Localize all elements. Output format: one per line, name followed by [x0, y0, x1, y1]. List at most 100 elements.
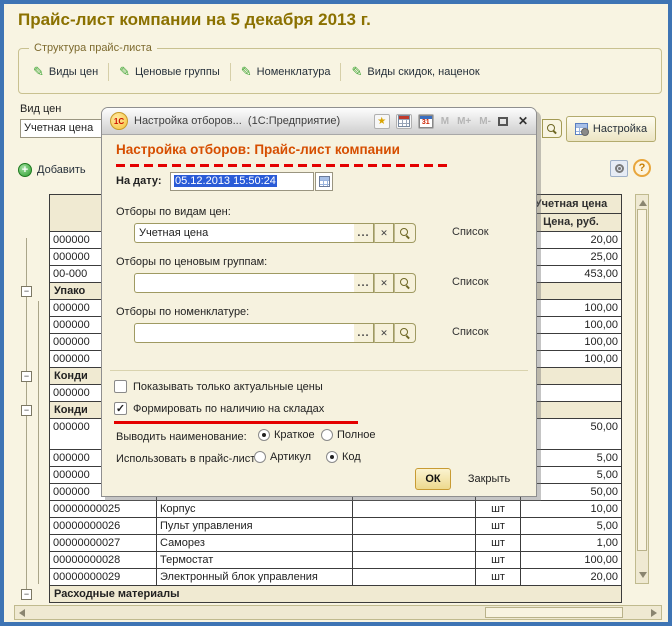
table-cell: Электронный блок управления	[157, 569, 353, 585]
dialog-title: Настройка отборов... (1С:Предприятие)	[134, 115, 341, 127]
table-cell	[353, 535, 476, 551]
table-cell: 00000000025	[50, 501, 157, 517]
nomenclature-button[interactable]: ✎ Номенклатура	[233, 63, 339, 81]
memory-button[interactable]: M	[440, 116, 450, 127]
filter3-input[interactable]	[134, 323, 354, 343]
filter2-field	[134, 273, 416, 293]
filter1-label: Отборы по видам цен:	[116, 206, 231, 218]
search-icon	[400, 228, 410, 238]
scroll-up-icon[interactable]	[639, 200, 647, 206]
table-row[interactable]: 00000000027 Саморез шт 1,00	[50, 535, 621, 552]
filter1-input[interactable]: Учетная цена	[134, 223, 354, 243]
close-icon[interactable]: ✕	[514, 114, 528, 128]
filter1-choose-button[interactable]	[354, 223, 374, 243]
table-cell	[353, 518, 476, 534]
search-icon	[400, 328, 410, 338]
calculator-button[interactable]	[395, 113, 412, 129]
table-group-row[interactable]: Расходные материалы	[50, 586, 621, 603]
help-button[interactable]: ?	[633, 159, 651, 177]
vertical-scrollbar[interactable]	[635, 194, 649, 584]
filter1-search-button[interactable]	[394, 223, 416, 243]
filter1-clear-button[interactable]	[374, 223, 394, 243]
table-cell: шт	[476, 518, 521, 534]
filter2-label: Отборы по ценовым группам:	[116, 256, 268, 268]
tree-expand-box[interactable]: −	[21, 371, 32, 382]
tree-expand-box[interactable]: −	[21, 286, 32, 297]
filter3-clear-button[interactable]	[374, 323, 394, 343]
radio-article[interactable]: Артикул	[254, 451, 311, 463]
filter2-input[interactable]	[134, 273, 354, 293]
filter3-search-button[interactable]	[394, 323, 416, 343]
radio-label: Краткое	[274, 429, 315, 441]
discount-kinds-button[interactable]: ✎ Виды скидок, наценок	[343, 63, 487, 81]
radio-icon	[326, 451, 338, 463]
radio-short[interactable]: Краткое	[258, 429, 315, 441]
table-cell: Термостат	[157, 552, 353, 568]
search-icon	[547, 123, 557, 134]
pencil-icon: ✎	[351, 64, 363, 79]
table-cell: Пульт управления	[157, 518, 353, 534]
scroll-left-icon[interactable]	[19, 609, 25, 617]
dialog-titlebar[interactable]: 1С Настройка отборов... (1С:Предприятие)…	[102, 108, 536, 135]
checkbox-label: Показывать только актуальные цены	[133, 380, 323, 393]
price-type-search-button[interactable]	[542, 119, 562, 138]
memory-plus-button[interactable]: M+	[456, 116, 472, 127]
memory-minus-button[interactable]: M-	[478, 116, 492, 127]
horizontal-scrollbar[interactable]	[14, 605, 662, 620]
group-label: Расходные материалы	[54, 588, 180, 600]
filter2-choose-button[interactable]	[354, 273, 374, 293]
filter2-clear-button[interactable]	[374, 273, 394, 293]
filter1-field: Учетная цена	[134, 223, 416, 243]
discount-kinds-label: Виды скидок, наценок	[367, 66, 480, 78]
table-cell: 100,00	[584, 554, 618, 566]
date-label: На дату:	[116, 175, 162, 187]
table-cell: 00000000027	[50, 535, 157, 551]
ok-button[interactable]: ОК	[415, 468, 451, 490]
dialog-checkbox-0[interactable]: Показывать только актуальные цены	[114, 380, 323, 393]
table-row[interactable]: 00000000029 Электронный блок управления шт…	[50, 569, 621, 586]
table-cell: шт	[476, 569, 521, 585]
table-cell: 5,00	[596, 520, 618, 532]
table-row[interactable]: 00000000025 Корпус шт 10,00	[50, 501, 621, 518]
close-button[interactable]: Закрыть	[457, 468, 521, 490]
table-row[interactable]: 00000000028 Термостат шт 100,00	[50, 552, 621, 569]
radio-full[interactable]: Полное	[321, 429, 376, 441]
nomenclature-label: Номенклатура	[256, 66, 331, 78]
filter3-choose-button[interactable]	[354, 323, 374, 343]
table-cell	[353, 569, 476, 585]
settings-button[interactable]: Настройка	[566, 116, 656, 142]
radio-label: Код	[342, 451, 361, 463]
maximize-icon[interactable]	[497, 116, 508, 126]
dialog-checkbox-1[interactable]: Формировать по наличию на складах	[114, 402, 324, 415]
horizontal-scroll-thumb[interactable]	[485, 607, 623, 618]
form-settings-button[interactable]	[610, 160, 628, 177]
date-picker-button[interactable]	[315, 172, 333, 191]
calculator-icon	[397, 115, 410, 127]
settings-table-icon	[574, 123, 589, 136]
dialog-heading: Настройка отборов: Прайс-лист компании	[116, 142, 400, 157]
vertical-scroll-thumb[interactable]	[637, 209, 647, 551]
price-groups-button[interactable]: ✎ Ценовые группы	[111, 63, 228, 81]
filter3-field	[134, 323, 416, 343]
naming-group-label: Выводить наименование:	[116, 431, 247, 443]
table-cell: 00000000028	[50, 552, 157, 568]
1c-logo-icon: 1С	[110, 112, 128, 130]
radio-icon	[258, 429, 270, 441]
filter2-search-button[interactable]	[394, 273, 416, 293]
calendar-button[interactable]: 31	[417, 113, 434, 129]
table-cell: 00000000026	[50, 518, 157, 534]
pencil-icon: ✎	[119, 64, 131, 79]
filter-settings-dialog: 1С Настройка отборов... (1С:Предприятие)…	[101, 107, 537, 497]
tree-expand-box[interactable]: −	[21, 405, 32, 416]
table-row[interactable]: 00000000026 Пульт управления шт 5,00	[50, 518, 621, 535]
scroll-down-icon[interactable]	[639, 572, 647, 578]
scroll-right-icon[interactable]	[651, 609, 657, 617]
page-title: Прайс-лист компании на 5 декабря 2013 г.	[18, 10, 371, 29]
tree-layer: − − − −	[4, 4, 50, 622]
favorites-button[interactable]: ★	[373, 113, 390, 129]
tree-expand-box[interactable]: −	[21, 589, 32, 600]
tree-line-child	[38, 301, 39, 584]
date-input[interactable]: 05.12.2013 15:50:24	[170, 172, 314, 191]
radio-code[interactable]: Код	[326, 451, 361, 463]
app-window: Прайс-лист компании на 5 декабря 2013 г.…	[0, 0, 672, 626]
